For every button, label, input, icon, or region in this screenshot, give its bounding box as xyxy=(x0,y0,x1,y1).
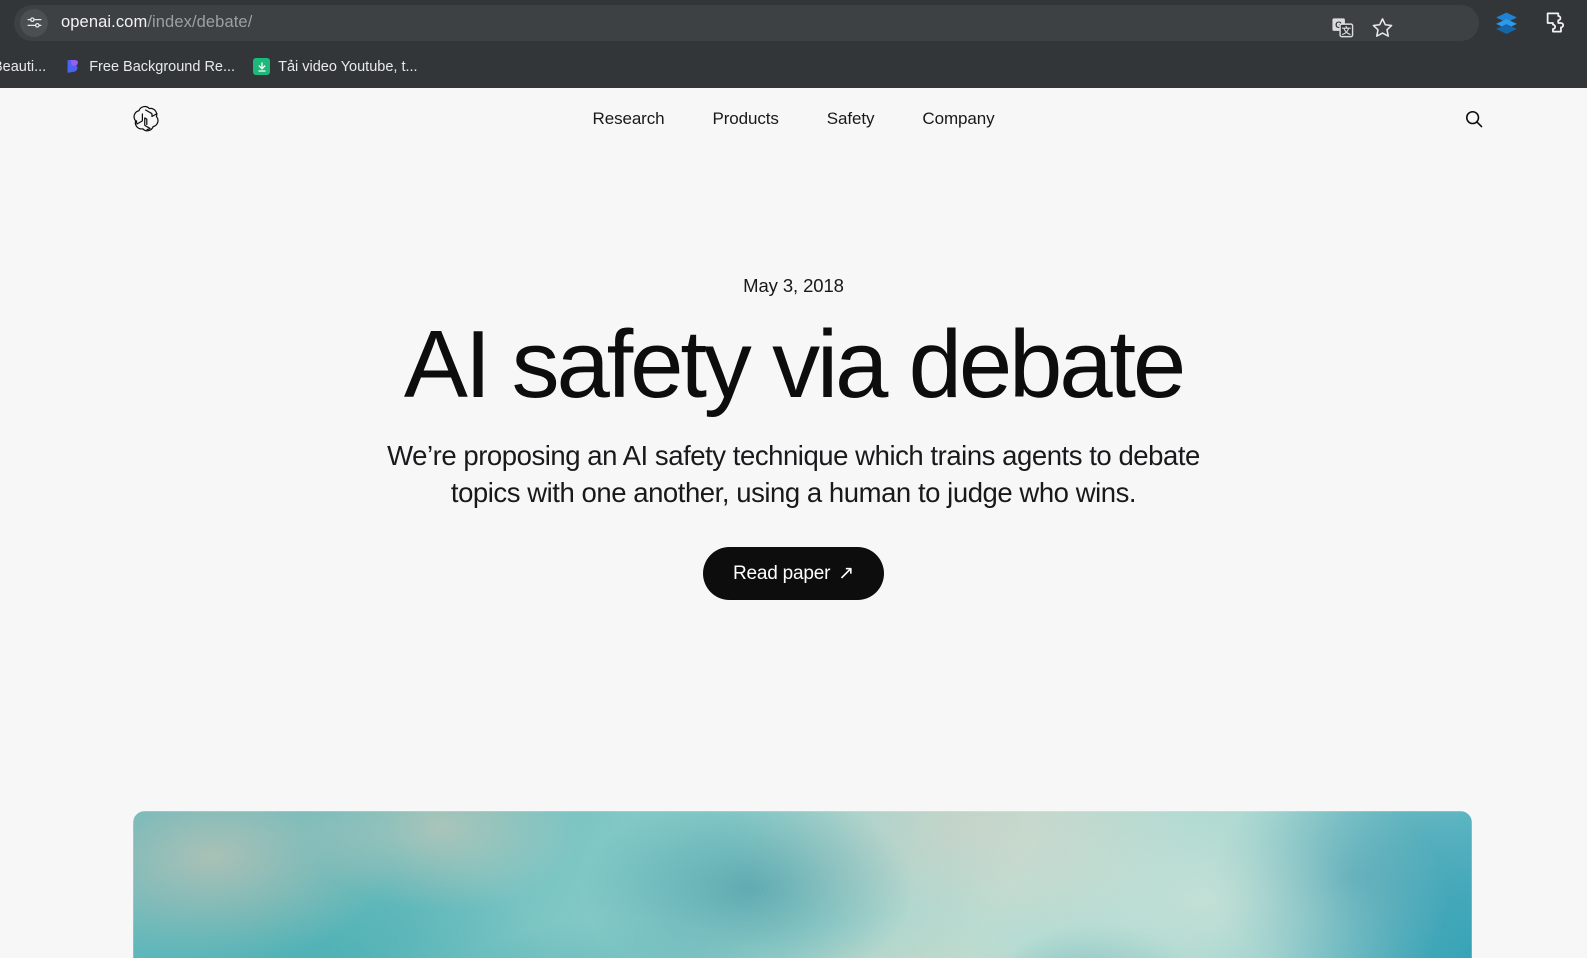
page-title: AI safety via debate xyxy=(403,311,1186,418)
nav-item-company[interactable]: Company xyxy=(916,105,1000,133)
url-text[interactable]: openai.com/index/debate/ xyxy=(61,13,252,32)
main-nav: Research Products Safety Company xyxy=(587,105,1001,133)
url-host: openai.com xyxy=(61,13,148,31)
openai-logo-icon[interactable] xyxy=(133,105,161,133)
address-bar[interactable]: openai.com/index/debate/ G 文 xyxy=(14,4,1479,41)
url-path: /index/debate/ xyxy=(147,13,253,31)
layers-stack-icon[interactable] xyxy=(1493,10,1519,36)
read-paper-button[interactable]: Read paper ↗ xyxy=(702,547,885,601)
svg-text:文: 文 xyxy=(1340,25,1351,36)
bookmark-favicon-icon xyxy=(64,58,81,75)
bookmark-item[interactable]: Beauti... xyxy=(0,53,55,81)
bookmark-label: Tải video Youtube, t... xyxy=(278,58,418,75)
bookmarks-bar: Beauti... Free Background Re... Tải vide… xyxy=(0,45,1587,88)
translate-icon[interactable]: G 文 xyxy=(1329,14,1355,40)
site-settings-icon[interactable] xyxy=(20,8,48,37)
nav-item-research[interactable]: Research xyxy=(587,105,671,133)
bookmark-star-icon[interactable] xyxy=(1369,14,1395,40)
bookmark-label: Free Background Re... xyxy=(89,58,236,75)
browser-toolbar: openai.com/index/debate/ G 文 xyxy=(0,0,1587,45)
browser-chrome: openai.com/index/debate/ G 文 eauti... Fr… xyxy=(0,0,1587,88)
article-subtitle: We’re proposing an AI safety technique w… xyxy=(387,439,1200,508)
bookmark-item[interactable]: Tải video Youtube, t... xyxy=(244,53,426,81)
read-paper-label: Read paper xyxy=(732,562,831,584)
article-date: May 3, 2018 xyxy=(743,275,844,296)
site-header: Research Products Safety Company xyxy=(0,88,1587,150)
external-link-arrow-icon: ↗ xyxy=(838,563,855,585)
omnibox-actions: G 文 xyxy=(1329,5,1395,50)
nav-item-products[interactable]: Products xyxy=(707,105,785,133)
extensions-puzzle-icon[interactable] xyxy=(1541,10,1567,36)
bookmark-label: Beauti... xyxy=(0,58,47,75)
hero-image xyxy=(133,811,1472,958)
nav-item-safety[interactable]: Safety xyxy=(821,105,881,133)
bookmark-item[interactable]: Free Background Re... xyxy=(55,53,244,81)
toolbar-extension-actions xyxy=(1487,10,1577,36)
article-hero: May 3, 2018 AI safety via debate We’re p… xyxy=(0,150,1587,601)
search-icon[interactable] xyxy=(1459,104,1489,134)
hero-image-grain xyxy=(133,811,1472,958)
page-content: Research Products Safety Company May 3, … xyxy=(0,88,1587,958)
bookmark-favicon-icon xyxy=(253,58,271,75)
